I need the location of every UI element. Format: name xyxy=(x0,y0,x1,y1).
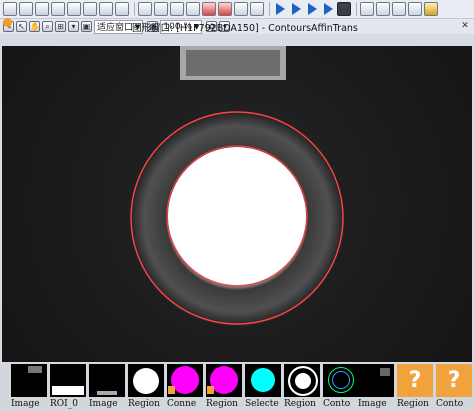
cut-icon[interactable] xyxy=(138,2,152,16)
step-into-icon[interactable] xyxy=(305,2,319,16)
delete-icon[interactable] xyxy=(186,2,200,16)
graphics-window-title: 图形窗口: [H1F792BDA150] - ContoursAffinTran… xyxy=(132,23,358,34)
thumbnail-label: Image xyxy=(11,399,40,409)
save-icon[interactable] xyxy=(51,2,65,16)
save-all-icon[interactable] xyxy=(67,2,81,16)
thumbnail-preview xyxy=(206,364,242,397)
paste-icon[interactable] xyxy=(170,2,184,16)
thumbnail-contour[interactable]: Conto xyxy=(323,364,359,410)
find-next-icon[interactable] xyxy=(250,2,264,16)
thumbnail-label: Image xyxy=(358,399,387,409)
print-icon[interactable] xyxy=(115,2,129,16)
inner-hole xyxy=(168,147,306,285)
step-out-icon[interactable] xyxy=(321,2,335,16)
toolbar-separator xyxy=(134,2,135,16)
thumbnail-image-3[interactable]: Image xyxy=(358,364,394,410)
thumbnail-label: Region xyxy=(206,399,238,409)
preferences-icon[interactable] xyxy=(408,2,422,16)
thumbnail-region-2[interactable]: Region xyxy=(206,364,242,410)
variable-thumbnail-strip: Image ROI_0 Image Region Conne Region Se… xyxy=(0,363,474,411)
toolbar-separator xyxy=(269,2,270,16)
thumbnail-preview xyxy=(89,364,125,397)
thumbnail-preview xyxy=(11,364,47,397)
dropdown-arrow-icon[interactable]: ▾ xyxy=(68,21,79,32)
reset-program-icon[interactable] xyxy=(360,2,374,16)
copy-icon[interactable] xyxy=(154,2,168,16)
variables-icon[interactable] xyxy=(392,2,406,16)
thumbnail-label: Region xyxy=(128,399,160,409)
insert-code-icon[interactable] xyxy=(83,2,97,16)
thumbnail-region-unknown[interactable]: ? Region xyxy=(397,364,433,410)
pointer-icon[interactable]: ↖ xyxy=(16,21,27,32)
pixel-info-icon[interactable]: ⊞ xyxy=(55,21,66,32)
help-icon: ? xyxy=(436,364,472,397)
thumbnail-preview xyxy=(323,364,359,397)
thumbnail-image-2[interactable]: Image xyxy=(89,364,125,410)
thumbnail-label: Conto xyxy=(436,399,464,409)
thumbnail-preview xyxy=(50,364,86,397)
window-app-icon xyxy=(3,18,12,27)
thumbnail-label: Selecte xyxy=(245,399,279,409)
close-icon[interactable]: ✕ xyxy=(459,20,471,32)
thumbnail-contour-unknown[interactable]: ? Conto xyxy=(436,364,472,410)
camera-image xyxy=(129,46,345,327)
search-icon[interactable] xyxy=(234,2,248,16)
thumbnail-label: Image xyxy=(89,399,118,409)
thumbnail-label: Conne xyxy=(167,399,197,409)
pan-hand-icon[interactable]: ✋ xyxy=(29,21,40,32)
fit-window-label: 适应窗口 xyxy=(97,23,134,33)
thumbnail-connection[interactable]: Conne xyxy=(167,364,203,410)
thumbnail-label: Region xyxy=(397,399,429,409)
thumbnail-region-3[interactable]: Region xyxy=(284,364,320,410)
label-sticker-print xyxy=(186,50,280,76)
open-recent-icon[interactable] xyxy=(35,2,49,16)
new-file-icon[interactable] xyxy=(3,2,17,16)
thumbnail-region[interactable]: Region xyxy=(128,364,164,410)
toolbar-separator xyxy=(356,2,357,16)
thumbnail-preview xyxy=(358,364,394,397)
main-toolbar xyxy=(0,0,474,19)
thumbnail-label: ROI_0 xyxy=(50,399,78,409)
thumbnail-label: Region xyxy=(284,399,316,409)
redo-icon[interactable] xyxy=(218,2,232,16)
open-file-icon[interactable] xyxy=(19,2,33,16)
thumbnail-preview xyxy=(167,364,203,397)
profiler-icon[interactable] xyxy=(424,2,438,16)
thumbnail-preview xyxy=(128,364,164,397)
run-icon[interactable] xyxy=(273,2,287,16)
graphics-canvas[interactable] xyxy=(2,46,472,362)
undo-icon[interactable] xyxy=(202,2,216,16)
thumbnail-selected[interactable]: Selecte xyxy=(245,364,281,410)
thumbnail-image[interactable]: Image xyxy=(11,364,47,410)
thumbnail-label: Conto xyxy=(323,399,351,409)
help-icon: ? xyxy=(397,364,433,397)
zoom-icon[interactable]: ⌕ xyxy=(42,21,53,32)
stop-icon[interactable] xyxy=(337,2,351,16)
fit-window-icon[interactable]: ▣ xyxy=(81,21,92,32)
step-over-icon[interactable] xyxy=(289,2,303,16)
thumbnail-preview xyxy=(284,364,320,397)
thumbnail-preview xyxy=(245,364,281,397)
export-icon[interactable] xyxy=(99,2,113,16)
reset-graphics-icon[interactable] xyxy=(376,2,390,16)
thumbnail-roi[interactable]: ROI_0 xyxy=(50,364,86,410)
